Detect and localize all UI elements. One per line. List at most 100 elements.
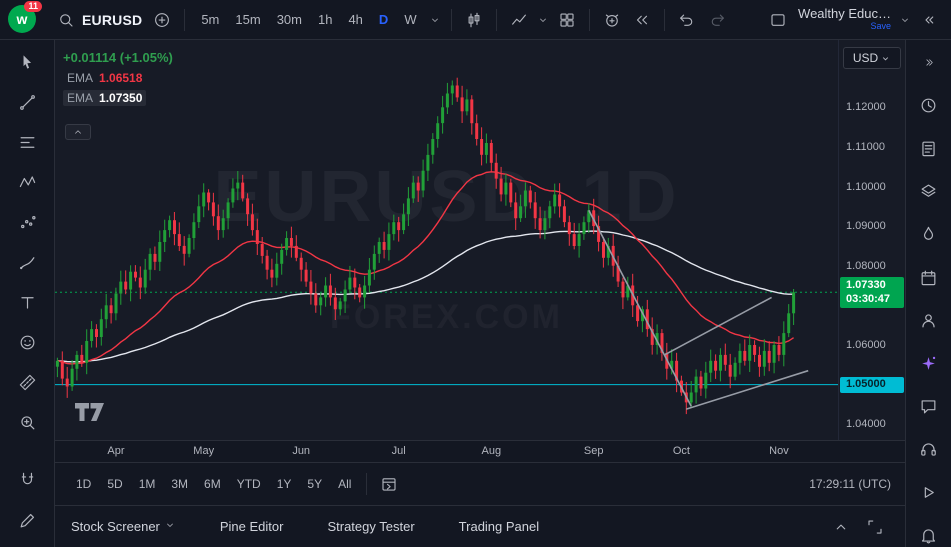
- calendar-icon[interactable]: [915, 263, 943, 291]
- tab-trading-panel[interactable]: Trading Panel: [459, 519, 539, 534]
- forecast-icon[interactable]: [13, 208, 41, 236]
- tab-pine-editor[interactable]: Pine Editor: [220, 519, 284, 534]
- fib-lines-icon[interactable]: [13, 128, 41, 156]
- indicator-legend: EMA1.06518 EMA1.07350: [63, 70, 173, 106]
- month-tick: Jun: [292, 445, 310, 457]
- range-5d[interactable]: 5D: [100, 473, 129, 495]
- last-price-value: 1.07330: [846, 278, 904, 292]
- object-tree-icon[interactable]: [915, 177, 943, 205]
- month-tick: Sep: [584, 445, 604, 457]
- range-all[interactable]: All: [331, 473, 358, 495]
- month-tick: May: [193, 445, 214, 457]
- currency-select[interactable]: USD: [843, 47, 901, 69]
- range-1y[interactable]: 1Y: [270, 473, 299, 495]
- trading-app: w 11 EURUSD 5m15m30m1h4hDW Wealthy Educ……: [0, 0, 951, 547]
- trend-line-icon[interactable]: [13, 88, 41, 116]
- indicators-chevron-icon[interactable]: [535, 12, 551, 28]
- time-axis[interactable]: AprMayJunJulAugSepOctNov: [55, 440, 905, 462]
- tradingview-logo[interactable]: [75, 402, 105, 422]
- month-tick: Jul: [392, 445, 406, 457]
- symbol-search-button[interactable]: EURUSD: [48, 4, 146, 36]
- collapse-toolbar-icon[interactable]: [915, 6, 943, 34]
- utc-clock: 17:29:11 (UTC): [809, 477, 891, 491]
- range-5y[interactable]: 5Y: [300, 473, 329, 495]
- account-menu[interactable]: Wealthy Educ… Save: [798, 7, 891, 32]
- timeframe-d[interactable]: D: [373, 8, 394, 31]
- collapse-icon[interactable]: [915, 48, 943, 76]
- timeframe-w[interactable]: W: [398, 8, 422, 31]
- hotlist-icon[interactable]: [915, 220, 943, 248]
- timeframe-1h[interactable]: 1h: [312, 8, 338, 31]
- price-tick: 1.11000: [846, 141, 885, 153]
- ai-sparkle-icon[interactable]: [915, 349, 943, 377]
- indicator-row[interactable]: EMA1.07350: [63, 90, 146, 106]
- profile-icon[interactable]: [915, 306, 943, 334]
- app-logo[interactable]: w 11: [8, 5, 40, 35]
- indicators-icon[interactable]: [505, 6, 533, 34]
- divider: [664, 9, 665, 31]
- tab-stock-screener[interactable]: Stock Screener: [71, 519, 176, 534]
- indicator-row[interactable]: EMA1.06518: [63, 70, 146, 86]
- price-tick: 1.04000: [846, 418, 886, 430]
- text-icon[interactable]: [13, 288, 41, 316]
- bar-countdown: 03:30:47: [846, 292, 904, 306]
- alert-clock-icon[interactable]: [915, 91, 943, 119]
- timeframe-chevron-icon[interactable]: [427, 12, 443, 28]
- range-6m[interactable]: 6M: [197, 473, 228, 495]
- tab-strategy-tester[interactable]: Strategy Tester: [327, 519, 414, 534]
- range-3m[interactable]: 3M: [164, 473, 195, 495]
- month-tick: Nov: [769, 445, 789, 457]
- legend-collapse-button[interactable]: [65, 124, 91, 140]
- range-ytd[interactable]: YTD: [230, 473, 268, 495]
- notifications-icon[interactable]: [915, 521, 943, 547]
- edit-icon[interactable]: [13, 506, 41, 534]
- divider: [451, 9, 452, 31]
- price-change-text: +0.01114 (+1.05%): [63, 50, 173, 65]
- goto-date-icon[interactable]: [375, 470, 403, 498]
- xabcd-pattern-icon[interactable]: [13, 168, 41, 196]
- chart-area: EURUSD, 1D FOREX.COM +0.01114 (+1.05%) E…: [55, 40, 905, 440]
- bottom-panel-tabs: Stock Screener Pine Editor Strategy Tester…: [55, 505, 905, 547]
- divider: [496, 9, 497, 31]
- account-chevron-icon[interactable]: [897, 12, 913, 28]
- layout-grid-icon[interactable]: [553, 6, 581, 34]
- range-1m[interactable]: 1M: [132, 473, 163, 495]
- chevron-down-icon: [164, 519, 176, 534]
- divider: [366, 473, 367, 495]
- emoji-icon[interactable]: [13, 328, 41, 356]
- ruler-icon[interactable]: [13, 368, 41, 396]
- layout-select-icon[interactable]: [764, 6, 792, 34]
- create-alert-icon[interactable]: [598, 6, 626, 34]
- indicator-value: 1.06518: [99, 71, 142, 85]
- price-axis[interactable]: USD 1.07330 03:30:47 1.05000 1.120001.11…: [838, 40, 905, 440]
- timeframe-5m[interactable]: 5m: [195, 8, 225, 31]
- magnet-icon[interactable]: [13, 466, 41, 494]
- timeframe-15m[interactable]: 15m: [229, 8, 266, 31]
- chat-icon[interactable]: [915, 392, 943, 420]
- timeframe-4h[interactable]: 4h: [342, 8, 368, 31]
- price-tick: 1.10000: [846, 181, 886, 193]
- brush-icon[interactable]: [13, 248, 41, 276]
- timeframe-list: 5m15m30m1h4hDW: [195, 8, 422, 31]
- chevron-down-icon: [880, 53, 891, 64]
- chart-type-icon[interactable]: [460, 6, 488, 34]
- redo-icon[interactable]: [703, 6, 731, 34]
- panel-maximize-icon[interactable]: [861, 513, 889, 541]
- bar-replay-icon[interactable]: [628, 6, 656, 34]
- journal-icon[interactable]: [915, 134, 943, 162]
- currency-value: USD: [853, 51, 878, 65]
- price-tick: 1.08000: [846, 260, 886, 272]
- undo-icon[interactable]: [673, 6, 701, 34]
- panel-expand-icon[interactable]: [827, 513, 855, 541]
- publish-icon[interactable]: [915, 478, 943, 506]
- timeframe-30m[interactable]: 30m: [271, 8, 308, 31]
- support-icon[interactable]: [915, 435, 943, 463]
- range-toolbar: 1D5D1M3M6MYTD1Y5YAll 17:29:11 (UTC): [55, 462, 905, 505]
- top-toolbar: w 11 EURUSD 5m15m30m1h4hDW Wealthy Educ……: [0, 0, 951, 40]
- zoom-icon[interactable]: [13, 408, 41, 436]
- range-1d[interactable]: 1D: [69, 473, 98, 495]
- tab-label: Trading Panel: [459, 519, 539, 534]
- save-button[interactable]: Save: [870, 22, 891, 32]
- cursor-icon[interactable]: [13, 48, 41, 76]
- compare-add-icon[interactable]: [148, 6, 176, 34]
